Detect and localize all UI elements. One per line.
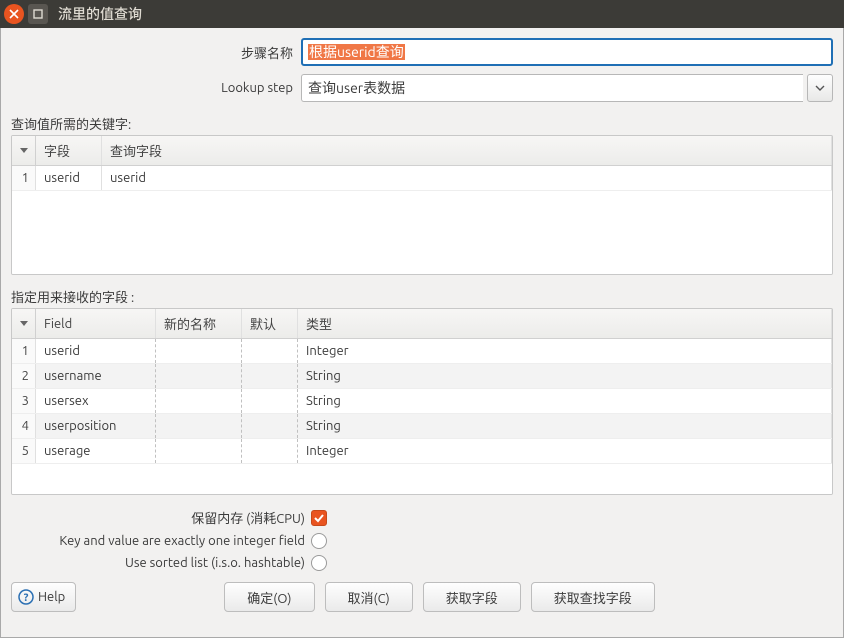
cell-type[interactable]: String	[298, 389, 832, 413]
table-row[interactable]: 1userid Integer	[12, 339, 832, 364]
fields-grid-body: 1userid Integer 2username String 3usersex Str…	[12, 339, 832, 464]
cell-new-name[interactable]	[156, 339, 242, 363]
cell-default[interactable]	[242, 414, 298, 438]
get-fields-button[interactable]: 获取字段	[423, 582, 521, 612]
step-name-input[interactable]: 根据userid查询	[301, 38, 833, 66]
button-bar: ? Help 确定(O) 取消(C) 获取字段 获取查找字段	[11, 574, 833, 612]
table-row[interactable]: 5userage Integer	[12, 439, 832, 464]
keys-grid-body: 1 userid userid	[12, 166, 832, 274]
table-row[interactable]: 4userposition String	[12, 414, 832, 439]
cell-lookup-field[interactable]: userid	[102, 166, 832, 190]
preserve-memory-label: 保留内存 (消耗CPU)	[11, 508, 311, 527]
cell-field[interactable]: userid	[36, 339, 156, 363]
row-number: 2	[12, 364, 36, 388]
grid-empty-area	[12, 464, 832, 494]
col-type[interactable]: 类型	[298, 309, 832, 338]
col-field[interactable]: 字段	[36, 136, 102, 165]
cell-field[interactable]: userage	[36, 439, 156, 463]
fields-section-label: 指定用来接收的字段 :	[11, 287, 833, 306]
window-title: 流里的值查询	[58, 4, 142, 24]
cell-default[interactable]	[242, 439, 298, 463]
cell-field[interactable]: userposition	[36, 414, 156, 438]
cell-type[interactable]: Integer	[298, 439, 832, 463]
fields-grid-header: Field 新的名称 默认 类型	[12, 309, 832, 339]
one-integer-label: Key and value are exactly one integer fi…	[11, 534, 311, 548]
cell-field[interactable]: usersex	[36, 389, 156, 413]
cell-type[interactable]: String	[298, 364, 832, 388]
cell-type[interactable]: Integer	[298, 339, 832, 363]
dropdown-button[interactable]	[807, 74, 833, 102]
cell-field[interactable]: userid	[36, 166, 102, 190]
cell-new-name[interactable]	[156, 389, 242, 413]
keys-grid-header: 字段 查询字段	[12, 136, 832, 166]
cell-field[interactable]: username	[36, 364, 156, 388]
maximize-icon[interactable]	[28, 4, 48, 24]
row-number: 1	[12, 339, 36, 363]
keys-grid[interactable]: 字段 查询字段 1 userid userid	[11, 135, 833, 275]
lookup-step-select[interactable]: 查询user表数据	[301, 74, 803, 102]
col-default[interactable]: 默认	[242, 309, 298, 338]
col-lookup-field[interactable]: 查询字段	[102, 136, 832, 165]
help-button[interactable]: ? Help	[11, 582, 76, 612]
fields-grid[interactable]: Field 新的名称 默认 类型 1useridInteger2username…	[11, 308, 833, 495]
help-label: Help	[38, 590, 65, 604]
keys-section-label: 查询值所需的关键字:	[11, 114, 833, 133]
chevron-down-icon	[815, 85, 825, 91]
row-menu-icon[interactable]	[12, 309, 36, 338]
row-menu-icon[interactable]	[12, 136, 36, 165]
table-row[interactable]: 2username String	[12, 364, 832, 389]
cell-default[interactable]	[242, 364, 298, 388]
row-number: 5	[12, 439, 36, 463]
cell-default[interactable]	[242, 389, 298, 413]
lookup-step-value: 查询user表数据	[308, 78, 405, 98]
preserve-memory-checkbox[interactable]	[311, 510, 327, 526]
lookup-step-label: Lookup step	[11, 81, 301, 95]
cell-type[interactable]: String	[298, 414, 832, 438]
table-row[interactable]: 1 userid userid	[12, 166, 832, 191]
window-titlebar: 流里的值查询	[0, 0, 844, 28]
row-number: 1	[12, 166, 36, 190]
help-icon: ?	[18, 589, 34, 605]
row-number: 3	[12, 389, 36, 413]
col-field[interactable]: Field	[36, 309, 156, 338]
close-icon[interactable]	[4, 4, 24, 24]
dialog-content: 步骤名称 根据userid查询 Lookup step 查询user表数据 查询…	[0, 28, 844, 638]
ok-button[interactable]: 确定(O)	[224, 582, 314, 612]
cell-new-name[interactable]	[156, 364, 242, 388]
one-integer-radio[interactable]	[311, 533, 327, 549]
get-lookup-fields-button[interactable]: 获取查找字段	[531, 582, 655, 612]
sorted-list-radio[interactable]	[311, 555, 327, 571]
step-name-label: 步骤名称	[11, 43, 301, 62]
step-name-value: 根据userid查询	[308, 44, 405, 60]
col-new-name[interactable]: 新的名称	[156, 309, 242, 338]
cancel-button[interactable]: 取消(C)	[325, 582, 413, 612]
row-number: 4	[12, 414, 36, 438]
table-row[interactable]: 3usersex String	[12, 389, 832, 414]
cell-new-name[interactable]	[156, 414, 242, 438]
cell-new-name[interactable]	[156, 439, 242, 463]
sorted-list-label: Use sorted list (i.s.o. hashtable)	[11, 556, 311, 570]
check-icon	[313, 512, 325, 524]
cell-default[interactable]	[242, 339, 298, 363]
svg-text:?: ?	[24, 592, 29, 604]
